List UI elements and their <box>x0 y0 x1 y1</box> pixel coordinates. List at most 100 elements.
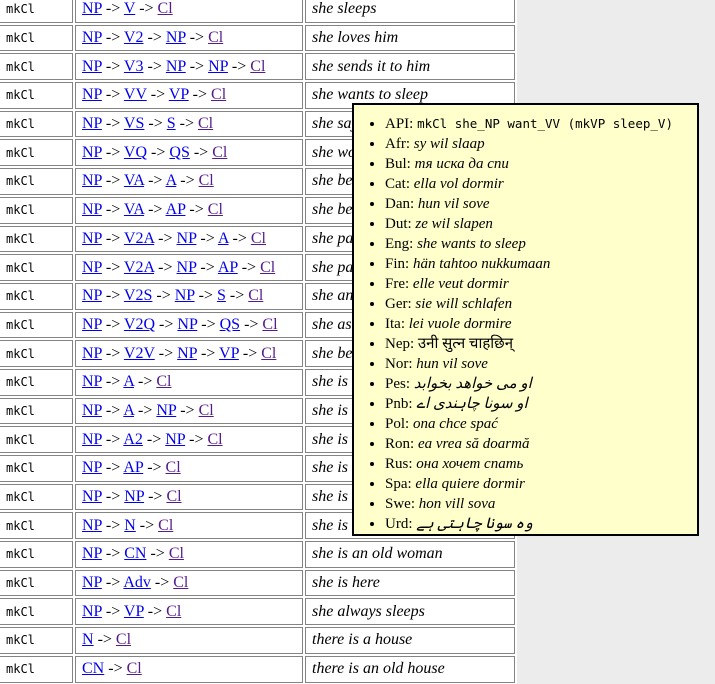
category-link-cl[interactable]: Cl <box>208 201 223 218</box>
category-link-np[interactable]: NP <box>82 373 102 390</box>
category-link-cl[interactable]: Cl <box>208 29 223 46</box>
category-link-a[interactable]: A <box>218 230 229 247</box>
category-link-np[interactable]: NP <box>82 517 102 534</box>
category-link-np[interactable]: NP <box>82 287 102 304</box>
translation-list-item: Fin: hän tahtoo nukkumaan <box>385 255 693 274</box>
category-link-cl[interactable]: Cl <box>199 402 214 419</box>
category-link-np[interactable]: NP <box>166 58 186 75</box>
category-link-vp[interactable]: VP <box>169 86 189 103</box>
category-link-np[interactable]: NP <box>82 230 102 247</box>
category-link-np[interactable]: NP <box>165 431 185 448</box>
category-link-vs[interactable]: VS <box>124 115 144 132</box>
category-link-np[interactable]: NP <box>166 29 186 46</box>
category-link-cl[interactable]: Cl <box>251 230 266 247</box>
category-link-vp[interactable]: VP <box>124 603 144 620</box>
category-link-v2s[interactable]: V2S <box>124 287 152 304</box>
category-link-cl[interactable]: Cl <box>166 603 181 620</box>
category-link-vv[interactable]: VV <box>124 86 147 103</box>
category-link-np[interactable]: NP <box>177 230 197 247</box>
category-link-v2v[interactable]: V2V <box>124 345 155 362</box>
translation-value: тя иска да спи <box>415 156 509 172</box>
category-link-v2a[interactable]: V2A <box>124 230 154 247</box>
category-link-cl[interactable]: Cl <box>166 488 181 505</box>
category-link-cl[interactable]: Cl <box>166 459 181 476</box>
function-name: mkCl <box>0 656 73 683</box>
category-link-s[interactable]: S <box>217 287 226 304</box>
category-link-cl[interactable]: Cl <box>211 86 226 103</box>
category-link-v2q[interactable]: V2Q <box>124 316 155 333</box>
category-link-ap[interactable]: AP <box>123 459 143 476</box>
category-link-np[interactable]: NP <box>82 488 102 505</box>
category-link-np[interactable]: NP <box>177 345 197 362</box>
category-link-np[interactable]: NP <box>82 0 102 17</box>
category-link-np[interactable]: NP <box>82 431 102 448</box>
category-link-n[interactable]: N <box>124 517 136 534</box>
category-link-cl[interactable]: Cl <box>169 545 184 562</box>
category-link-np[interactable]: NP <box>82 172 102 189</box>
category-link-np[interactable]: NP <box>82 574 102 591</box>
arrow-text: -> <box>144 115 166 132</box>
category-link-cn[interactable]: CN <box>124 545 146 562</box>
category-link-cl[interactable]: Cl <box>262 316 277 333</box>
category-link-np[interactable]: NP <box>82 58 102 75</box>
category-link-np[interactable]: NP <box>82 29 102 46</box>
category-link-cl[interactable]: Cl <box>250 58 265 75</box>
category-link-np[interactable]: NP <box>82 545 102 562</box>
category-link-np[interactable]: NP <box>177 316 197 333</box>
category-link-cl[interactable]: Cl <box>207 431 222 448</box>
category-link-np[interactable]: NP <box>156 402 176 419</box>
category-link-a[interactable]: A <box>123 373 134 390</box>
category-link-np[interactable]: NP <box>82 115 102 132</box>
category-link-cl[interactable]: Cl <box>127 660 142 677</box>
translation-list: API: mkCl she_NP want_VV (mkVP sleep_V) … <box>354 114 697 534</box>
category-link-v2a[interactable]: V2A <box>124 259 154 276</box>
category-link-a2[interactable]: A2 <box>123 431 143 448</box>
category-link-cl[interactable]: Cl <box>198 115 213 132</box>
category-link-cl[interactable]: Cl <box>261 345 276 362</box>
category-link-va[interactable]: VA <box>124 172 144 189</box>
category-link-np[interactable]: NP <box>82 86 102 103</box>
category-link-s[interactable]: S <box>167 115 176 132</box>
category-link-cl[interactable]: Cl <box>116 631 131 648</box>
category-link-ap[interactable]: AP <box>166 201 186 218</box>
category-link-a[interactable]: A <box>123 402 134 419</box>
category-link-cl[interactable]: Cl <box>199 172 214 189</box>
rule-cell: NP -> V2S -> NP -> S -> Cl <box>75 283 303 310</box>
category-link-np[interactable]: NP <box>175 287 195 304</box>
category-link-a[interactable]: A <box>166 172 177 189</box>
category-link-np[interactable]: NP <box>82 345 102 362</box>
category-link-np[interactable]: NP <box>82 201 102 218</box>
category-link-n[interactable]: N <box>82 631 94 648</box>
category-link-np[interactable]: NP <box>82 144 102 161</box>
category-link-cl[interactable]: Cl <box>158 517 173 534</box>
category-link-cl[interactable]: Cl <box>212 144 227 161</box>
example-text: she sends it to him <box>305 53 515 80</box>
category-link-vp[interactable]: VP <box>219 345 239 362</box>
category-link-np[interactable]: NP <box>82 603 102 620</box>
category-link-vq[interactable]: VQ <box>124 144 147 161</box>
category-link-adv[interactable]: Adv <box>123 574 151 591</box>
category-link-cn[interactable]: CN <box>82 660 104 677</box>
category-link-ap[interactable]: AP <box>218 259 238 276</box>
category-link-cl[interactable]: Cl <box>156 373 171 390</box>
category-link-np[interactable]: NP <box>177 259 197 276</box>
category-link-cl[interactable]: Cl <box>158 0 173 17</box>
category-link-va[interactable]: VA <box>124 201 144 218</box>
category-link-cl[interactable]: Cl <box>173 574 188 591</box>
category-link-np[interactable]: NP <box>208 58 228 75</box>
category-link-qs[interactable]: QS <box>169 144 189 161</box>
category-link-np[interactable]: NP <box>82 316 102 333</box>
category-link-cl[interactable]: Cl <box>248 287 263 304</box>
category-link-np[interactable]: NP <box>82 402 102 419</box>
arrow-text: -> <box>104 660 126 677</box>
category-link-v[interactable]: V <box>124 0 135 17</box>
category-link-np[interactable]: NP <box>82 259 102 276</box>
category-link-cl[interactable]: Cl <box>260 259 275 276</box>
category-link-v3[interactable]: V3 <box>124 58 144 75</box>
function-name: mkCl <box>0 455 73 482</box>
category-link-qs[interactable]: QS <box>220 316 240 333</box>
arrow-text: -> <box>176 172 198 189</box>
category-link-np[interactable]: NP <box>124 488 144 505</box>
category-link-v2[interactable]: V2 <box>124 29 144 46</box>
category-link-np[interactable]: NP <box>82 459 102 476</box>
